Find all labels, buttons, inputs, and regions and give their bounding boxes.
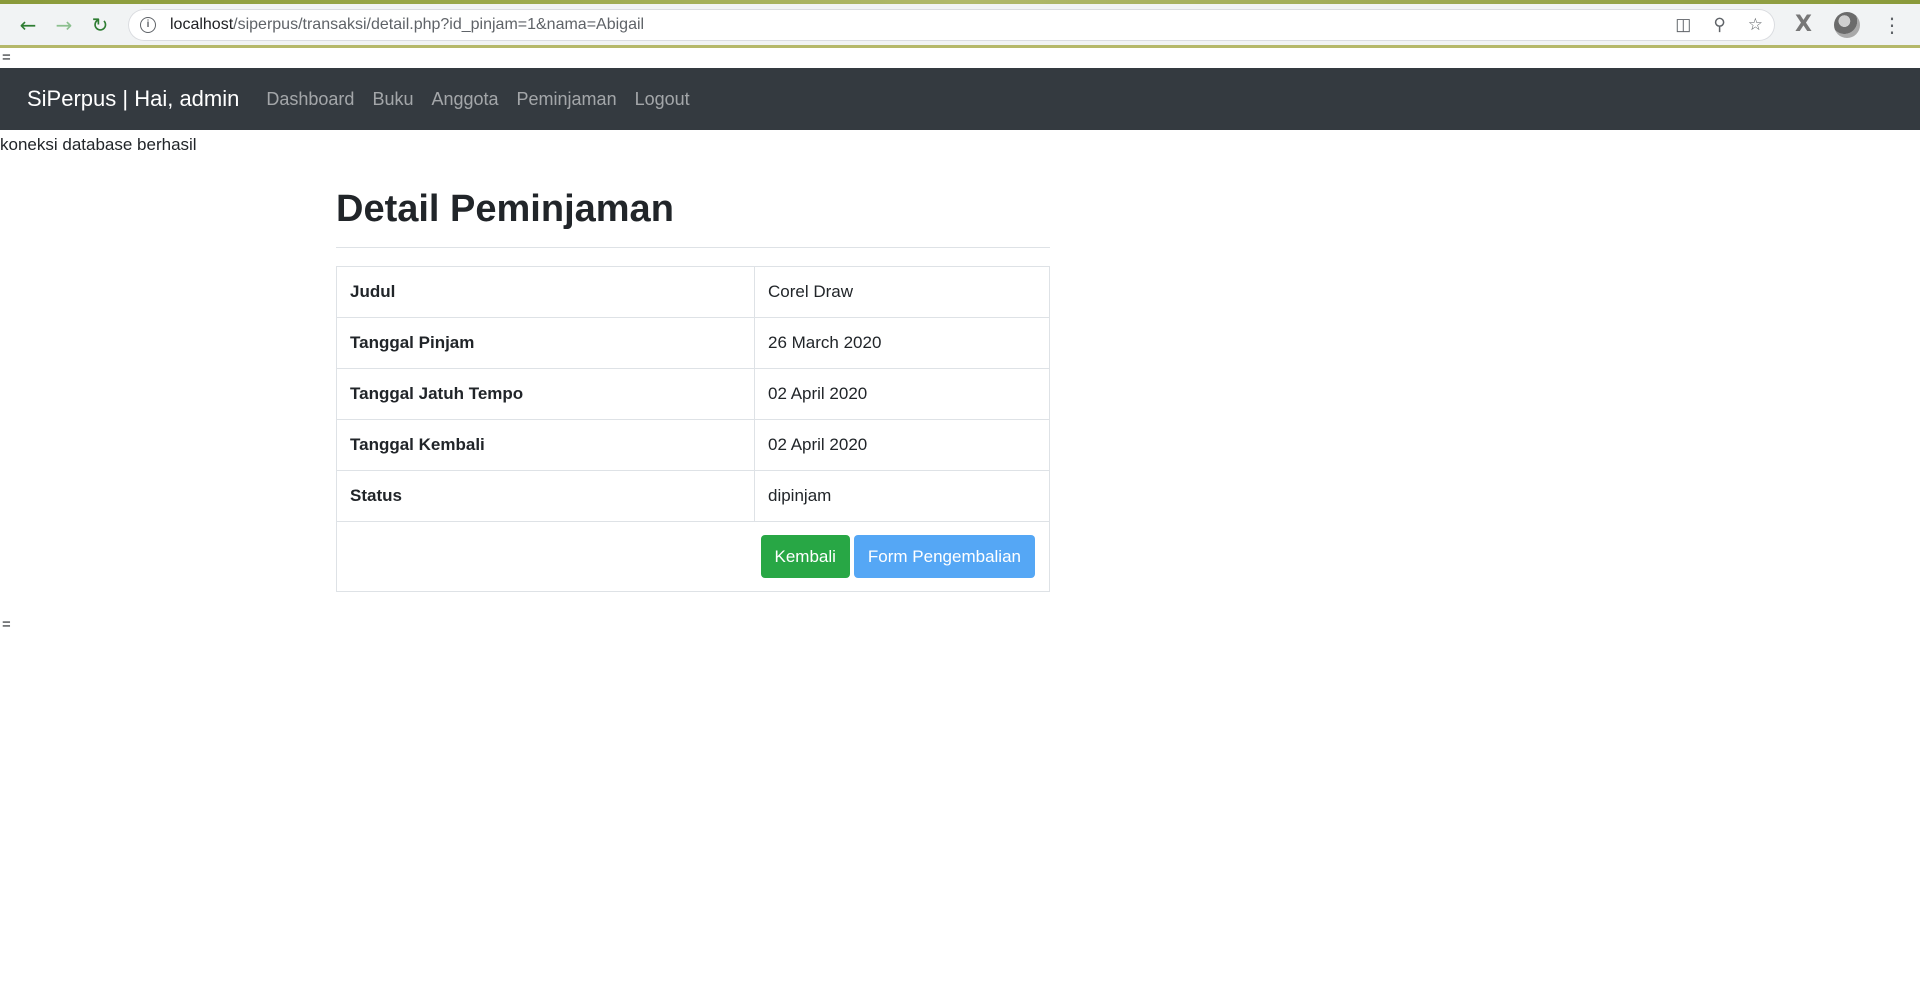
url-path: /siperpus/transaksi/detail.php?id_pinjam… (233, 15, 645, 33)
page-title: Detail Peminjaman (336, 188, 1050, 248)
browser-toolbar: ← → ↻ i localhost/siperpus/transaksi/det… (0, 4, 1920, 48)
db-connection-message: koneksi database berhasil (0, 135, 197, 154)
table-row: Tanggal Kembali 02 April 2020 (336, 419, 1050, 471)
table-row: Judul Corel Draw (336, 266, 1050, 318)
reload-icon[interactable]: ↻ (82, 7, 118, 43)
menu-kebab-icon[interactable]: ⋮ (1882, 15, 1902, 35)
table-row: Tanggal Pinjam 26 March 2020 (336, 317, 1050, 369)
row-value: 02 April 2020 (754, 419, 1050, 471)
detail-table: Judul Corel Draw Tanggal Pinjam 26 March… (336, 266, 1050, 592)
back-arrow-icon[interactable]: ← (10, 7, 46, 43)
nav-link-logout[interactable]: Logout (635, 89, 690, 110)
extension-x-icon[interactable]: X (1795, 12, 1812, 37)
row-value: 26 March 2020 (754, 317, 1050, 369)
row-label: Tanggal Jatuh Tempo (336, 368, 755, 420)
navbar-brand[interactable]: SiPerpus | Hai, admin (27, 86, 239, 112)
address-bar[interactable]: i localhost/siperpus/transaksi/detail.ph… (128, 8, 1776, 41)
nav-links: Dashboard Buku Anggota Peminjaman Logout (266, 89, 689, 110)
forward-arrow-icon[interactable]: → (46, 7, 82, 43)
profile-avatar[interactable] (1834, 11, 1860, 38)
row-value: Corel Draw (754, 266, 1050, 318)
stray-text-top: = (2, 49, 11, 66)
detail-container: Detail Peminjaman Judul Corel Draw Tangg… (336, 188, 1050, 592)
actions-row: Kembali Form Pengembalian (336, 521, 1050, 592)
nav-link-buku[interactable]: Buku (372, 89, 413, 110)
row-label: Status (336, 470, 755, 522)
row-label: Tanggal Pinjam (336, 317, 755, 369)
row-label: Judul (336, 266, 755, 318)
stray-text-bottom: = (2, 616, 11, 633)
row-value: dipinjam (754, 470, 1050, 522)
form-pengembalian-button[interactable]: Form Pengembalian (853, 535, 1035, 578)
zoom-icon[interactable]: ⚲ (1713, 15, 1725, 35)
nav-link-dashboard[interactable]: Dashboard (266, 89, 354, 110)
nav-link-peminjaman[interactable]: Peminjaman (517, 89, 617, 110)
table-row: Status dipinjam (336, 470, 1050, 522)
main-navbar: SiPerpus | Hai, admin Dashboard Buku Ang… (0, 68, 1920, 130)
translate-icon[interactable]: ◫ (1675, 15, 1691, 35)
row-value: 02 April 2020 (754, 368, 1050, 420)
nav-link-anggota[interactable]: Anggota (431, 89, 498, 110)
bookmark-star-icon[interactable]: ☆ (1748, 15, 1763, 35)
url-host: localhost (170, 15, 234, 33)
kembali-button[interactable]: Kembali (760, 535, 850, 578)
table-row: Tanggal Jatuh Tempo 02 April 2020 (336, 368, 1050, 420)
site-info-icon[interactable]: i (140, 16, 156, 33)
actions-cell: Kembali Form Pengembalian (336, 521, 1050, 592)
row-label: Tanggal Kembali (336, 419, 755, 471)
